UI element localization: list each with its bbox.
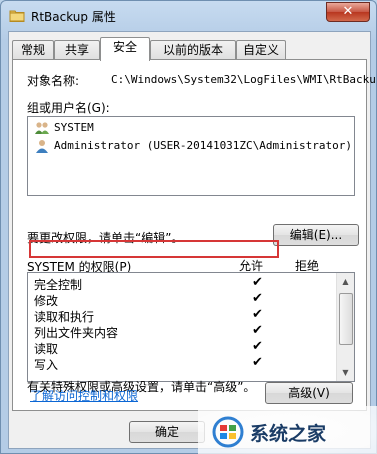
allow-check-icon: ✔	[252, 355, 263, 370]
permission-name: 修改	[34, 294, 59, 308]
table-row: 完全控制 ✔	[28, 275, 336, 292]
tab-sharing[interactable]: 共享	[54, 40, 100, 60]
folder-icon	[9, 10, 25, 22]
allow-check-icon: ✔	[252, 291, 263, 306]
tab-general[interactable]: 常规	[12, 40, 54, 60]
permission-name: 读取和执行	[34, 310, 95, 324]
scroll-up-icon[interactable]: ▲	[337, 273, 354, 290]
security-panel: 对象名称: C:\Windows\System32\LogFiles\WMI\R…	[12, 59, 376, 411]
edit-button[interactable]: 编辑(E)...	[273, 224, 359, 246]
table-row: 修改 ✔	[28, 291, 336, 308]
permission-name: 列出文件夹内容	[34, 326, 119, 340]
list-item[interactable]: Administrator (USER-20141031ZC\Administr…	[28, 137, 354, 155]
scroll-down-icon[interactable]: ▼	[337, 364, 354, 381]
list-item[interactable]: SYSTEM	[28, 119, 354, 137]
table-row: 列出文件夹内容 ✔	[28, 323, 336, 340]
permission-name: 读取	[34, 342, 59, 356]
users-group-icon	[35, 122, 49, 134]
highlight-box	[29, 240, 279, 258]
table-row: 读取 ✔	[28, 339, 336, 356]
allow-check-icon: ✔	[252, 307, 263, 322]
tab-security[interactable]: 安全	[100, 37, 150, 61]
watermark-logo: 系统之家	[198, 406, 377, 454]
permission-name: 写入	[34, 358, 59, 372]
properties-window: RtBackup 属性 ✕ 常规 共享 安全 以前的版本 自定义 对象名称: C…	[0, 0, 377, 454]
group-name: SYSTEM	[54, 121, 94, 134]
table-row: 读取和执行 ✔	[28, 307, 336, 324]
allow-check-icon: ✔	[252, 339, 263, 354]
learn-access-control-link[interactable]: 了解访问控制和权限	[30, 387, 138, 404]
user-name: Administrator (USER-20141031ZC\Administr…	[54, 139, 353, 152]
tab-customize[interactable]: 自定义	[236, 40, 286, 60]
permissions-list[interactable]: 完全控制 ✔ 修改 ✔ 读取和执行 ✔ 列出文件夹内容 ✔ 读取 ✔ 写入 ✔ …	[27, 272, 355, 382]
object-name-value: C:\Windows\System32\LogFiles\WMI\RtBacku	[111, 73, 376, 86]
allow-check-icon: ✔	[252, 323, 263, 338]
watermark-text: 系统之家	[250, 422, 327, 445]
tab-previous-versions[interactable]: 以前的版本	[150, 40, 236, 60]
user-icon	[36, 140, 48, 153]
permissions-scrollbar[interactable]: ▲ ▼	[336, 273, 354, 381]
ok-button[interactable]: 确定	[129, 421, 205, 443]
table-row: 写入 ✔	[28, 355, 336, 372]
window-title: RtBackup 属性	[31, 10, 116, 24]
groups-listbox[interactable]: SYSTEM Administrator (USER-20141031ZC\Ad…	[27, 116, 355, 196]
scroll-thumb[interactable]	[339, 293, 353, 345]
object-name-label: 对象名称:	[27, 74, 80, 88]
permission-name: 完全控制	[34, 278, 83, 292]
advanced-button[interactable]: 高级(V)	[265, 382, 353, 404]
close-button[interactable]: ✕	[326, 2, 370, 22]
groups-label: 组或用户名(G):	[27, 101, 110, 115]
title-bar[interactable]: RtBackup 属性 ✕	[1, 1, 376, 31]
allow-check-icon: ✔	[252, 275, 263, 290]
